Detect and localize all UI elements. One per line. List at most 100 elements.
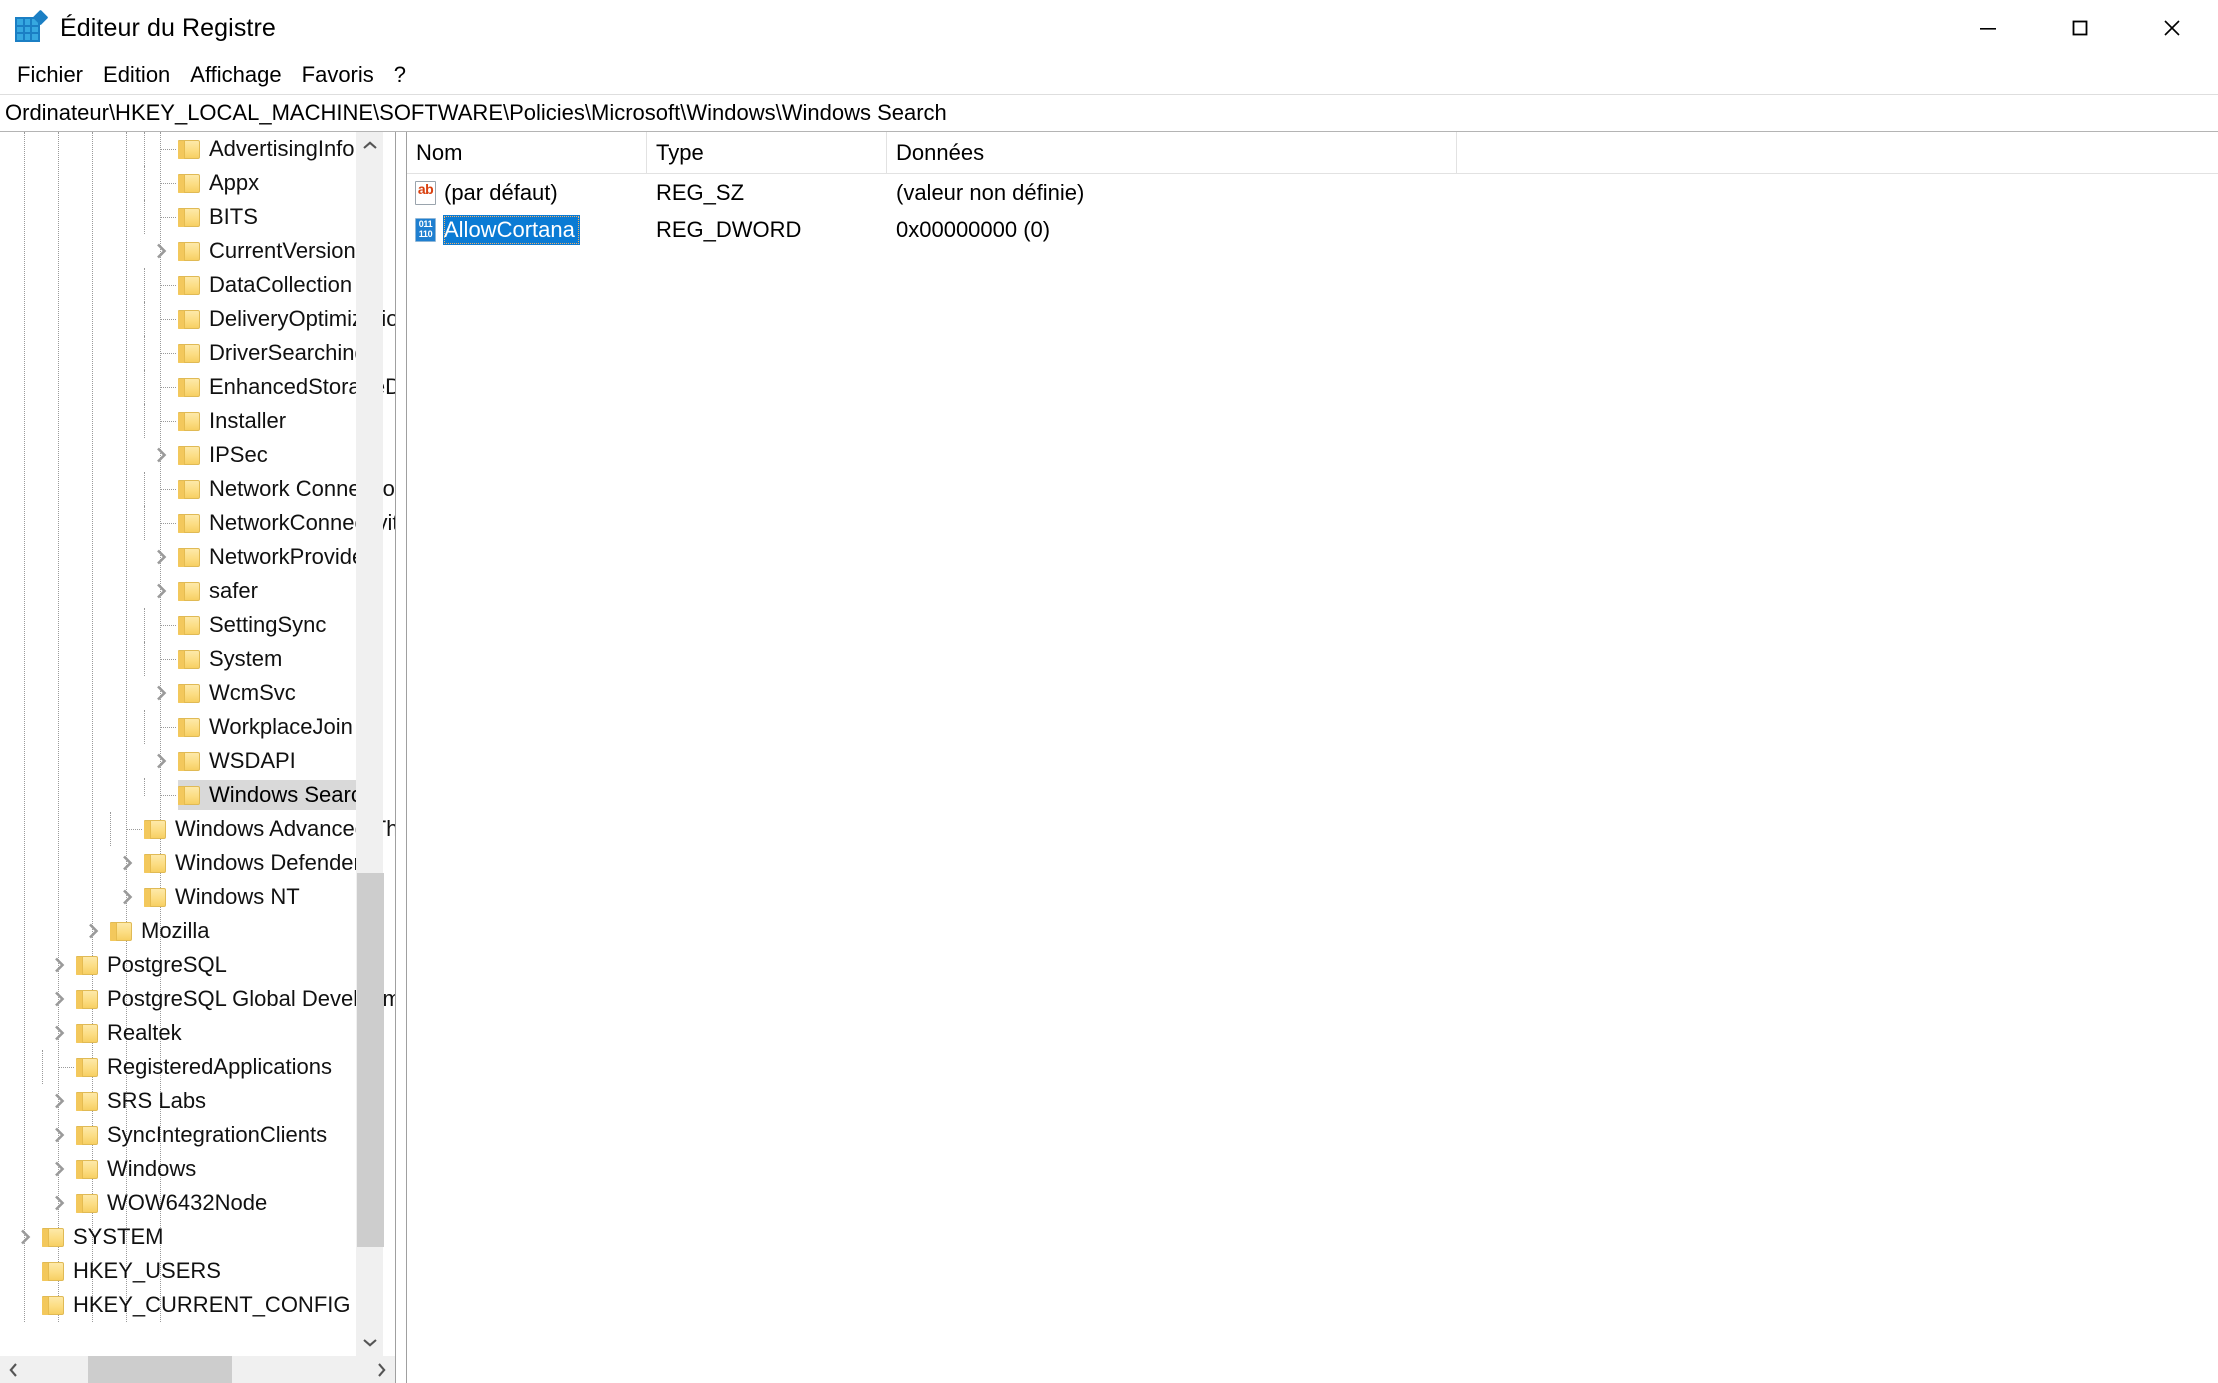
- tree-item[interactable]: SRS Labs: [0, 1084, 395, 1118]
- expand-chevron-icon[interactable]: [42, 1016, 76, 1050]
- scroll-left-button[interactable]: [0, 1356, 27, 1383]
- tree-item[interactable]: RegisteredApplications: [0, 1050, 395, 1084]
- expand-chevron-icon[interactable]: [42, 982, 76, 1016]
- tree-item-content: Windows Defender: [144, 848, 367, 878]
- tree-connector: [144, 268, 178, 302]
- tree-connector: [144, 710, 178, 744]
- tree-item[interactable]: NetworkConnectivityStatusIndicator: [0, 506, 395, 540]
- tree-item[interactable]: HKEY_CURRENT_CONFIG: [0, 1288, 395, 1322]
- tree-item-content: Windows: [76, 1154, 202, 1184]
- tree-item[interactable]: Windows NT: [0, 880, 395, 914]
- tree-item-content: PostgreSQL Global Development Group: [76, 984, 395, 1014]
- menu-item-help[interactable]: ?: [384, 62, 416, 88]
- expand-chevron-icon[interactable]: [144, 676, 178, 710]
- tree-item[interactable]: System: [0, 642, 395, 676]
- tree-item[interactable]: NetworkProvider: [0, 540, 395, 574]
- tree-item-label: DriverSearching: [209, 340, 367, 365]
- tree-item[interactable]: IPSec: [0, 438, 395, 472]
- expand-chevron-icon[interactable]: [42, 948, 76, 982]
- tree-item[interactable]: Mozilla: [0, 914, 395, 948]
- expand-chevron-icon[interactable]: [110, 880, 144, 914]
- address-bar[interactable]: Ordinateur\HKEY_LOCAL_MACHINE\SOFTWARE\P…: [0, 94, 2218, 132]
- expand-chevron-icon[interactable]: [8, 1220, 42, 1254]
- expand-chevron-icon[interactable]: [144, 438, 178, 472]
- tree-item[interactable]: Network Connections: [0, 472, 395, 506]
- tree-item[interactable]: DeliveryOptimization: [0, 302, 395, 336]
- tree-item-content: IPSec: [178, 440, 274, 470]
- expand-chevron-icon[interactable]: [144, 234, 178, 268]
- tree-scroll-thumb[interactable]: [357, 872, 384, 1248]
- tree-item-label: WSDAPI: [209, 748, 296, 773]
- tree-item[interactable]: AdvertisingInfo: [0, 132, 395, 166]
- pane-splitter[interactable]: [395, 132, 407, 1383]
- tree-item[interactable]: WSDAPI: [0, 744, 395, 778]
- scroll-right-button[interactable]: [368, 1356, 395, 1383]
- tree-item-content: BITS: [178, 202, 264, 232]
- tree-item[interactable]: HKEY_USERS: [0, 1254, 395, 1288]
- tree-hscroll-track[interactable]: [27, 1356, 368, 1383]
- tree-item[interactable]: PostgreSQL: [0, 948, 395, 982]
- tree-item-selected[interactable]: Windows Search: [0, 778, 395, 812]
- tree-item[interactable]: Installer: [0, 404, 395, 438]
- expand-chevron-icon[interactable]: [144, 744, 178, 778]
- expand-chevron-icon[interactable]: [42, 1084, 76, 1118]
- tree-item-content: Windows Search: [178, 780, 381, 810]
- tree-item[interactable]: Windows: [0, 1152, 395, 1186]
- tree-item[interactable]: WorkplaceJoin: [0, 710, 395, 744]
- tree-item[interactable]: safer: [0, 574, 395, 608]
- expand-chevron-icon[interactable]: [144, 540, 178, 574]
- tree-vertical-scrollbar[interactable]: [356, 132, 384, 1356]
- tree-scroll-track[interactable]: [357, 159, 384, 1329]
- menu-item-favoris[interactable]: Favoris: [292, 62, 384, 88]
- folder-icon: [76, 1125, 98, 1145]
- expand-chevron-icon[interactable]: [110, 846, 144, 880]
- expand-chevron-icon[interactable]: [42, 1186, 76, 1220]
- minimize-button[interactable]: [1942, 0, 2034, 56]
- registry-value-row[interactable]: 011 110 AllowCortana REG_DWORD 0x00000000 (0…: [407, 211, 2218, 248]
- tree-item[interactable]: PostgreSQL Global Development Group: [0, 982, 395, 1016]
- tree-item[interactable]: SettingSync: [0, 608, 395, 642]
- maximize-button[interactable]: [2034, 0, 2126, 56]
- tree-item[interactable]: SyncIntegrationClients: [0, 1118, 395, 1152]
- tree-item[interactable]: EnhancedStorageDevices: [0, 370, 395, 404]
- folder-icon: [178, 751, 200, 771]
- registry-value-row[interactable]: ab (par défaut) REG_SZ (valeur non définie): [407, 174, 2218, 211]
- close-button[interactable]: [2126, 0, 2218, 56]
- column-header-data[interactable]: Données: [887, 132, 1457, 174]
- tree-item[interactable]: DataCollection: [0, 268, 395, 302]
- tree-item[interactable]: DriverSearching: [0, 336, 395, 370]
- tree-horizontal-scrollbar[interactable]: [0, 1356, 395, 1383]
- tree-item[interactable]: Windows Defender: [0, 846, 395, 880]
- tree-connector: [8, 1254, 42, 1288]
- menu-item-fichier[interactable]: Fichier: [7, 62, 93, 88]
- tree-item[interactable]: CurrentVersion: [0, 234, 395, 268]
- expand-chevron-icon[interactable]: [144, 574, 178, 608]
- tree-hscroll-thumb[interactable]: [88, 1356, 232, 1383]
- column-header-name[interactable]: Nom: [407, 132, 647, 174]
- tree-item-label: HKEY_USERS: [73, 1258, 221, 1283]
- scroll-up-button[interactable]: [357, 132, 383, 159]
- scroll-down-button[interactable]: [357, 1329, 383, 1356]
- expand-chevron-icon[interactable]: [42, 1152, 76, 1186]
- tree-item[interactable]: Realtek: [0, 1016, 395, 1050]
- tree-item[interactable]: Appx: [0, 166, 395, 200]
- tree-item[interactable]: BITS: [0, 200, 395, 234]
- tree-item[interactable]: WcmSvc: [0, 676, 395, 710]
- column-header-type[interactable]: Type: [647, 132, 887, 174]
- menu-item-affichage[interactable]: Affichage: [180, 62, 291, 88]
- tree-item[interactable]: Windows Advanced Threat Protection: [0, 812, 395, 846]
- tree-item-label: Windows Search: [209, 782, 375, 807]
- expand-chevron-icon[interactable]: [42, 1118, 76, 1152]
- tree-item[interactable]: SYSTEM: [0, 1220, 395, 1254]
- menu-item-edition[interactable]: Edition: [93, 62, 180, 88]
- tree-item[interactable]: WOW6432Node: [0, 1186, 395, 1220]
- expand-chevron-icon[interactable]: [76, 914, 110, 948]
